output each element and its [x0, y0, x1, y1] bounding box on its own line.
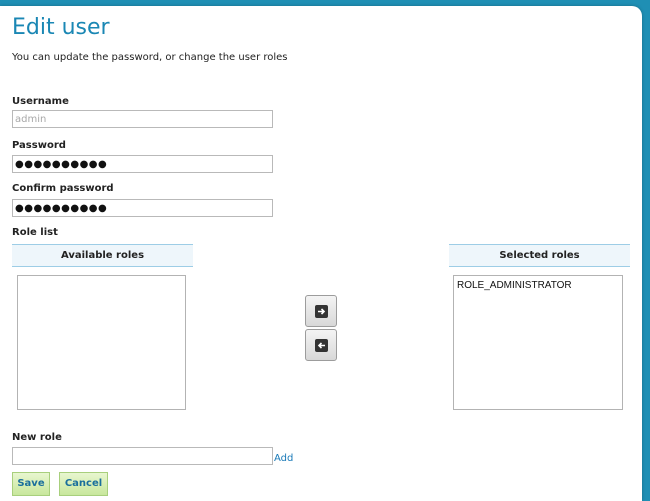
selected-roles-header: Selected roles: [449, 244, 630, 267]
save-button[interactable]: Save: [12, 472, 50, 496]
cancel-button[interactable]: Cancel: [59, 472, 108, 496]
password-field[interactable]: [12, 155, 273, 173]
password-label: Password: [12, 140, 66, 151]
confirm-password-label: Confirm password: [12, 183, 114, 194]
username-field: [12, 110, 273, 128]
username-label: Username: [12, 96, 69, 107]
new-role-label: New role: [12, 432, 62, 443]
remove-role-button[interactable]: [305, 329, 337, 361]
add-role-link[interactable]: Add: [274, 453, 293, 464]
selected-role-item[interactable]: ROLE_ADMINISTRATOR: [454, 276, 622, 291]
edit-user-panel: Edit user You can update the password, o…: [0, 6, 642, 501]
available-roles-header: Available roles: [12, 244, 193, 267]
arrow-left-icon: [314, 338, 328, 352]
available-roles-list[interactable]: [17, 275, 186, 410]
role-list-label: Role list: [12, 227, 58, 238]
selected-roles-list[interactable]: ROLE_ADMINISTRATOR: [453, 275, 623, 410]
page-title: Edit user: [12, 15, 110, 40]
arrow-right-icon: [314, 304, 328, 318]
add-role-button[interactable]: [305, 295, 337, 327]
page-subtitle: You can update the password, or change t…: [12, 52, 288, 63]
confirm-password-field[interactable]: [12, 199, 273, 217]
new-role-input[interactable]: [12, 447, 273, 465]
